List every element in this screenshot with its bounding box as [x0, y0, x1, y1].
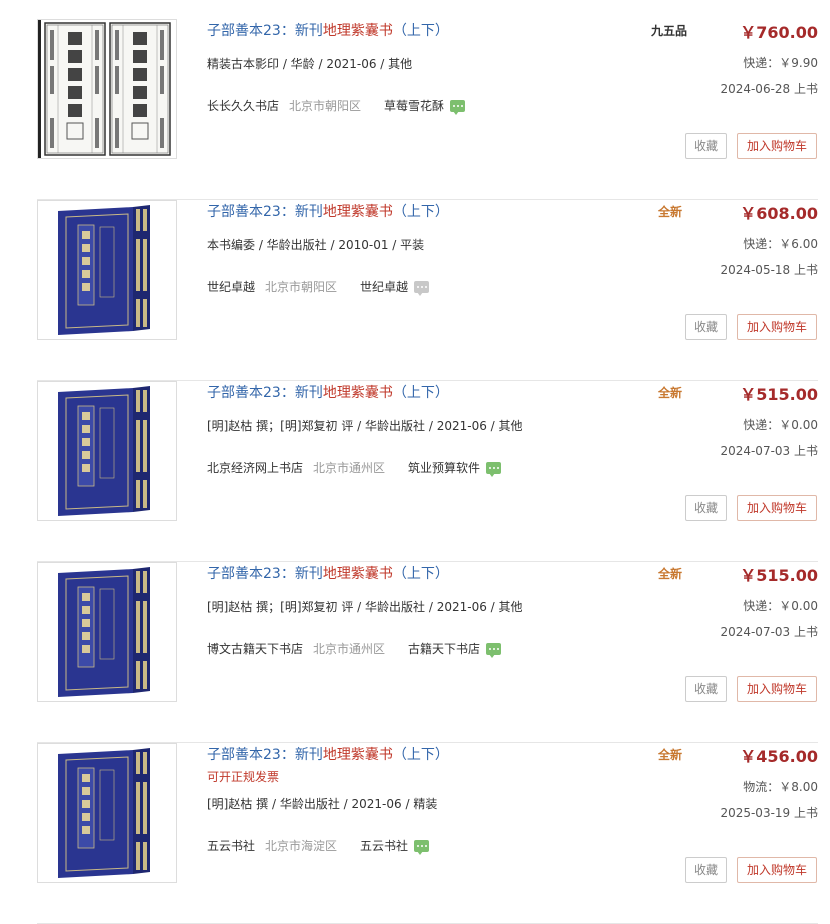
favorite-button[interactable]: 收藏 [685, 314, 727, 340]
book-image[interactable] [37, 19, 177, 159]
condition-label: 全新 [658, 748, 683, 762]
listing-item: 子部善本23：新刊地理紫囊书（上下） 本书编委 / 华龄出版社 / 2010-0… [37, 200, 818, 381]
book-title-keyword[interactable]: 地理紫囊书 [323, 23, 393, 39]
shop-name-link[interactable]: 五云书社 [207, 837, 255, 854]
add-to-cart-button[interactable]: 加入购物车 [737, 133, 817, 159]
shop-location: 北京市通州区 [313, 642, 386, 656]
listed-date: 2025-03-19 上书 [720, 806, 818, 820]
add-to-cart-button[interactable]: 加入购物车 [737, 857, 817, 883]
book-title-suffix[interactable]: （上下） [393, 747, 449, 763]
book-image[interactable] [37, 562, 177, 702]
shop-location: 北京市通州区 [313, 461, 386, 475]
seller-name[interactable]: 草莓雪花酥 [384, 97, 444, 114]
chat-icon[interactable] [414, 280, 430, 296]
favorite-button[interactable]: 收藏 [685, 495, 727, 521]
book-title-suffix[interactable]: （上下） [393, 385, 449, 401]
book-title-keyword[interactable]: 地理紫囊书 [323, 566, 393, 582]
favorite-button[interactable]: 收藏 [685, 857, 727, 883]
shop-location: 北京市朝阳区 [289, 99, 362, 113]
book-title-prefix[interactable]: 子部善本23：新刊 [207, 747, 323, 763]
book-meta: [明]赵枯 撰；[明]郑复初 评 / 华龄出版社 / 2021-06 / 其他 [207, 600, 523, 614]
condition-label: 九五品 [651, 24, 688, 38]
condition-label: 全新 [658, 205, 683, 219]
book-title-prefix[interactable]: 子部善本23：新刊 [207, 204, 323, 220]
add-to-cart-button[interactable]: 加入购物车 [737, 495, 817, 521]
book-title-link[interactable]: 子部善本23：新刊地理紫囊书（上下） [207, 744, 449, 764]
price: ￥515.00 [740, 566, 818, 585]
book-title-suffix[interactable]: （上下） [393, 566, 449, 582]
shop-info: 世纪卓越 北京市朝阳区 世纪卓越 [207, 278, 430, 296]
price: ￥456.00 [740, 747, 818, 766]
favorite-button[interactable]: 收藏 [685, 676, 727, 702]
book-title-link[interactable]: 子部善本23：新刊地理紫囊书（上下） [207, 20, 449, 40]
shop-name-link[interactable]: 长长久久书店 [207, 97, 279, 114]
listed-date: 2024-05-18 上书 [720, 263, 818, 277]
shop-location: 北京市海淀区 [265, 839, 338, 853]
invoice-note: 可开正规发票 [207, 770, 280, 784]
book-meta: [明]赵枯 撰；[明]郑复初 评 / 华龄出版社 / 2021-06 / 其他 [207, 419, 523, 433]
book-title-prefix[interactable]: 子部善本23：新刊 [207, 385, 323, 401]
listing-item: 子部善本23：新刊地理紫囊书（上下） [明]赵枯 撰；[明]郑复初 评 / 华龄… [37, 381, 818, 562]
seller-name[interactable]: 古籍天下书店 [408, 640, 480, 657]
shop-info: 长长久久书店 北京市朝阳区 草莓雪花酥 [207, 97, 466, 115]
chat-icon[interactable] [414, 839, 430, 855]
shop-info: 北京经济网上书店 北京市通州区 筑业预算软件 [207, 459, 502, 477]
seller-name[interactable]: 筑业预算软件 [408, 459, 480, 476]
book-title-link[interactable]: 子部善本23：新刊地理紫囊书（上下） [207, 563, 449, 583]
favorite-button[interactable]: 收藏 [685, 133, 727, 159]
book-title-keyword[interactable]: 地理紫囊书 [323, 204, 393, 220]
listed-date: 2024-07-03 上书 [720, 444, 818, 458]
add-to-cart-button[interactable]: 加入购物车 [737, 314, 817, 340]
chat-icon[interactable] [450, 99, 466, 115]
chat-icon[interactable] [486, 461, 502, 477]
book-title-suffix[interactable]: （上下） [393, 23, 449, 39]
shipping-fee: 快递：￥0.00 [743, 418, 818, 432]
seller-name[interactable]: 世纪卓越 [360, 278, 408, 295]
shop-location: 北京市朝阳区 [265, 280, 338, 294]
book-image[interactable] [37, 381, 177, 521]
book-title-keyword[interactable]: 地理紫囊书 [323, 747, 393, 763]
shipping-fee: 快递：￥0.00 [743, 599, 818, 613]
shipping-fee: 物流：￥8.00 [743, 780, 818, 794]
book-meta: [明]赵枯 撰 / 华龄出版社 / 2021-06 / 精装 [207, 797, 438, 811]
shop-info: 博文古籍天下书店 北京市通州区 古籍天下书店 [207, 640, 502, 658]
book-title-link[interactable]: 子部善本23：新刊地理紫囊书（上下） [207, 201, 449, 221]
shipping-fee: 快递：￥9.90 [743, 56, 818, 70]
book-meta: 精装古本影印 / 华龄 / 2021-06 / 其他 [207, 57, 413, 71]
add-to-cart-button[interactable]: 加入购物车 [737, 676, 817, 702]
book-title-keyword[interactable]: 地理紫囊书 [323, 385, 393, 401]
shop-name-link[interactable]: 博文古籍天下书店 [207, 640, 303, 657]
price: ￥608.00 [740, 204, 818, 223]
listed-date: 2024-06-28 上书 [720, 82, 818, 96]
listed-date: 2024-07-03 上书 [720, 625, 818, 639]
book-image[interactable] [37, 743, 177, 883]
shop-info: 五云书社 北京市海淀区 五云书社 [207, 837, 430, 855]
seller-name[interactable]: 五云书社 [360, 837, 408, 854]
price: ￥760.00 [740, 23, 818, 42]
book-title-suffix[interactable]: （上下） [393, 204, 449, 220]
book-meta: 本书编委 / 华龄出版社 / 2010-01 / 平装 [207, 238, 425, 252]
price: ￥515.00 [740, 385, 818, 404]
book-image[interactable] [37, 200, 177, 340]
shipping-fee: 快递：￥6.00 [743, 237, 818, 251]
listing-item: 子部善本23：新刊地理紫囊书（上下） 精装古本影印 / 华龄 / 2021-06… [37, 19, 818, 200]
book-title-prefix[interactable]: 子部善本23：新刊 [207, 566, 323, 582]
listing-item: 子部善本23：新刊地理紫囊书（上下） [明]赵枯 撰；[明]郑复初 评 / 华龄… [37, 562, 818, 743]
chat-icon[interactable] [486, 642, 502, 658]
condition-label: 全新 [658, 386, 683, 400]
shop-name-link[interactable]: 世纪卓越 [207, 278, 255, 295]
listing-item: 子部善本23：新刊地理紫囊书（上下） 可开正规发票 [明]赵枯 撰 / 华龄出版… [37, 743, 818, 924]
book-title-prefix[interactable]: 子部善本23：新刊 [207, 23, 323, 39]
book-title-link[interactable]: 子部善本23：新刊地理紫囊书（上下） [207, 382, 449, 402]
shop-name-link[interactable]: 北京经济网上书店 [207, 459, 303, 476]
condition-label: 全新 [658, 567, 683, 581]
